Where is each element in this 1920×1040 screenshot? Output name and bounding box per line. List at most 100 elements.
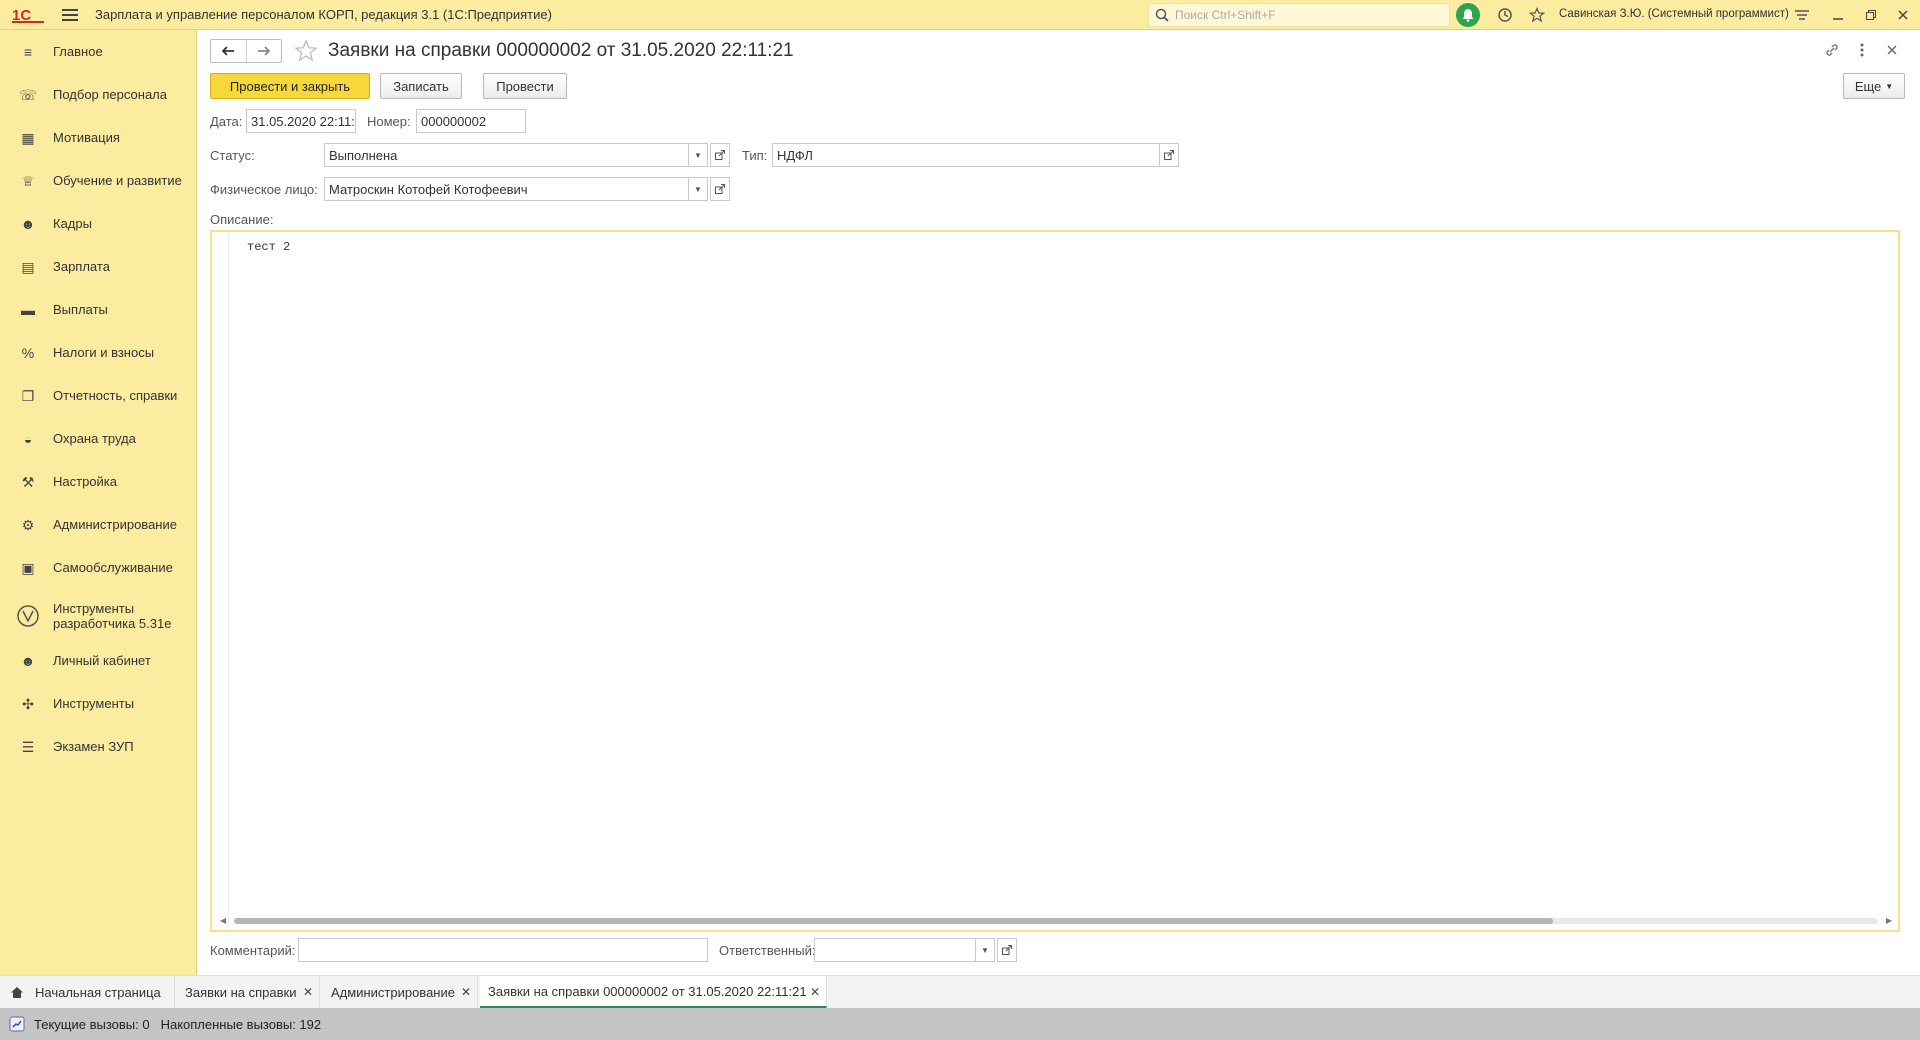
horizontal-scrollbar[interactable]: ◀ ▶ [216, 916, 1894, 926]
close-tab-icon[interactable]: ✕ [810, 985, 820, 999]
sidebar-item-labor-safety[interactable]: ◒ Охрана труда [0, 430, 196, 448]
user-icon: ☻ [20, 653, 36, 669]
sidebar-item-reports[interactable]: ❐ Отчетность, справки [0, 387, 196, 405]
sidebar-item-exam[interactable]: ☰ Экзамен ЗУП [0, 738, 196, 756]
post-button[interactable]: Провести [483, 73, 567, 99]
type-label: Тип: [742, 148, 768, 163]
reports-icon: ❐ [21, 387, 35, 404]
app-title: Зарплата и управление персоналом КОРП, р… [95, 7, 552, 22]
sidebar-item-motivation[interactable]: ▦ Мотивация [0, 129, 196, 147]
responsible-open-icon[interactable] [997, 938, 1017, 962]
sidebar-item-label: Главное [53, 44, 103, 59]
number-field[interactable]: 000000002 [416, 109, 526, 133]
sidebar-item-label: Отчетность, справки [53, 388, 178, 403]
more-button-label: Еще [1854, 78, 1882, 94]
sidebar-item-settings[interactable]: ⚒ Настройка [0, 473, 196, 491]
link-icon[interactable] [1823, 41, 1841, 59]
scroll-right-icon[interactable]: ▶ [1886, 916, 1892, 925]
close-tab-icon[interactable]: ✕ [461, 985, 471, 999]
sidebar-item-training[interactable]: ♕ Обучение и развитие [0, 172, 196, 190]
person-label: Физическое лицо: [210, 182, 318, 197]
minimize-icon[interactable] [1828, 4, 1848, 26]
restore-window-icon[interactable] [1861, 4, 1881, 26]
sidebar-item-personal-account[interactable]: ☻ Личный кабинет [0, 652, 196, 670]
main-menu-icon[interactable] [62, 8, 78, 21]
history-icon[interactable] [1494, 4, 1516, 26]
more-vert-icon[interactable] [1853, 41, 1871, 59]
helmet-icon: ◒ [23, 431, 33, 447]
server-calls-icon[interactable] [8, 1015, 26, 1033]
page-title: Заявки на справки 000000002 от 31.05.202… [328, 40, 794, 61]
status-open-icon[interactable] [710, 143, 730, 167]
sidebar-item-recruitment[interactable]: ☏ Подбор персонала [0, 86, 196, 104]
tab-label: Заявки на справки [185, 984, 297, 1000]
tab-label: Начальная страница [35, 984, 161, 1000]
sidebar-item-label: Подбор персонала [53, 87, 167, 102]
save-button[interactable]: Записать [380, 73, 462, 99]
type-field[interactable]: НДФЛ [772, 143, 1160, 167]
description-textarea[interactable]: тест 2 ◀ ▶ [210, 230, 1900, 932]
tab-administration[interactable]: Администрирование ✕ [320, 976, 478, 1008]
chevron-down-icon: ▼ [1885, 81, 1894, 91]
sidebar-item-payments[interactable]: ▬ Выплаты [0, 301, 196, 319]
search-input[interactable]: Поиск Ctrl+Shift+F [1148, 3, 1450, 27]
sidebar-item-label: Налоги и взносы [53, 345, 155, 360]
notifications-bell-icon[interactable] [1456, 3, 1480, 27]
id-card-icon: ▣ [21, 559, 35, 576]
person-open-icon[interactable] [710, 177, 730, 201]
person-dropdown-icon[interactable]: ▼ [688, 177, 708, 201]
type-open-icon[interactable] [1159, 143, 1179, 167]
close-form-icon[interactable] [1883, 41, 1901, 59]
sidebar-item-tools[interactable]: ✣ Инструменты [0, 695, 196, 713]
status-dropdown-icon[interactable]: ▼ [688, 143, 708, 167]
person-select[interactable]: Матроскин Котофей Котофеевич [324, 177, 689, 201]
sidebar-item-dev-tools[interactable]: Инструменты разработчика 5.31е [0, 598, 196, 634]
sidebar-item-label: Личный кабинет [53, 653, 151, 668]
history-nav [210, 39, 282, 63]
status-select[interactable]: Выполнена [324, 143, 689, 167]
sidebar-item-administration[interactable]: ⚙ Администрирование [0, 516, 196, 534]
comment-field[interactable] [298, 938, 708, 962]
sidebar-item-label: Охрана труда [53, 431, 136, 446]
responsible-dropdown-icon[interactable]: ▼ [975, 938, 995, 962]
sidebar-item-label: Инструменты [53, 696, 135, 711]
tab-label: Администрирование [331, 984, 455, 1000]
favorites-star-icon[interactable] [1526, 4, 1548, 26]
tab-current-document[interactable]: Заявки на справки 000000002 от 31.05.202… [480, 976, 827, 1008]
more-button[interactable]: Еще ▼ [1843, 73, 1905, 99]
post-and-close-button[interactable]: Провести и закрыть [210, 73, 370, 99]
sidebar-item-self-service[interactable]: ▣ Самообслуживание [0, 559, 196, 577]
sidebar-item-label: Мотивация [53, 130, 120, 145]
tab-home[interactable]: Начальная страница [0, 976, 175, 1008]
tab-certificate-requests[interactable]: Заявки на справки ✕ [175, 976, 320, 1008]
current-user[interactable]: Савинская З.Ю. (Системный программист) [1559, 8, 1789, 20]
sidebar-item-taxes[interactable]: % Налоги и взносы [0, 344, 196, 362]
wallet-icon: ▬ [21, 302, 35, 318]
calculator-icon: ▤ [21, 258, 35, 275]
accumulated-calls: Накопленные вызовы: 192 [160, 1016, 322, 1032]
sidebar-item-label: Экзамен ЗУП [53, 739, 134, 754]
sidebar-item-label: Администрирование [53, 517, 177, 532]
favorite-star-icon[interactable] [294, 39, 318, 66]
search-placeholder: Поиск Ctrl+Shift+F [1175, 8, 1276, 22]
document-form: Заявки на справки 000000002 от 31.05.202… [198, 30, 1920, 975]
sidebar-item-main[interactable]: ≡ Главное [0, 43, 196, 61]
gear-icon: ⚙ [21, 516, 35, 533]
responsible-select[interactable] [814, 938, 976, 962]
close-tab-icon[interactable]: ✕ [303, 985, 313, 999]
responsible-label: Ответственный: [719, 943, 816, 958]
date-field[interactable]: 31.05.2020 22:11: [246, 109, 356, 133]
scroll-left-icon[interactable]: ◀ [220, 916, 226, 925]
1c-logo[interactable]: 1С [12, 6, 46, 24]
forward-arrow-icon[interactable] [247, 40, 282, 62]
sidebar-item-label: Кадры [53, 216, 92, 231]
close-window-icon[interactable] [1893, 4, 1913, 26]
sections-panel: ≡ Главное ☏ Подбор персонала ▦ Мотивация… [0, 30, 197, 975]
scroll-thumb[interactable] [234, 918, 1553, 924]
open-windows-bar: Начальная страница Заявки на справки ✕ А… [0, 975, 1920, 1008]
back-arrow-icon[interactable] [211, 40, 247, 62]
description-text: тест 2 [247, 240, 291, 254]
sidebar-item-hr[interactable]: ☻ Кадры [0, 215, 196, 233]
sidebar-item-salary[interactable]: ▤ Зарплата [0, 258, 196, 276]
settings-menu-icon[interactable] [1792, 4, 1812, 26]
